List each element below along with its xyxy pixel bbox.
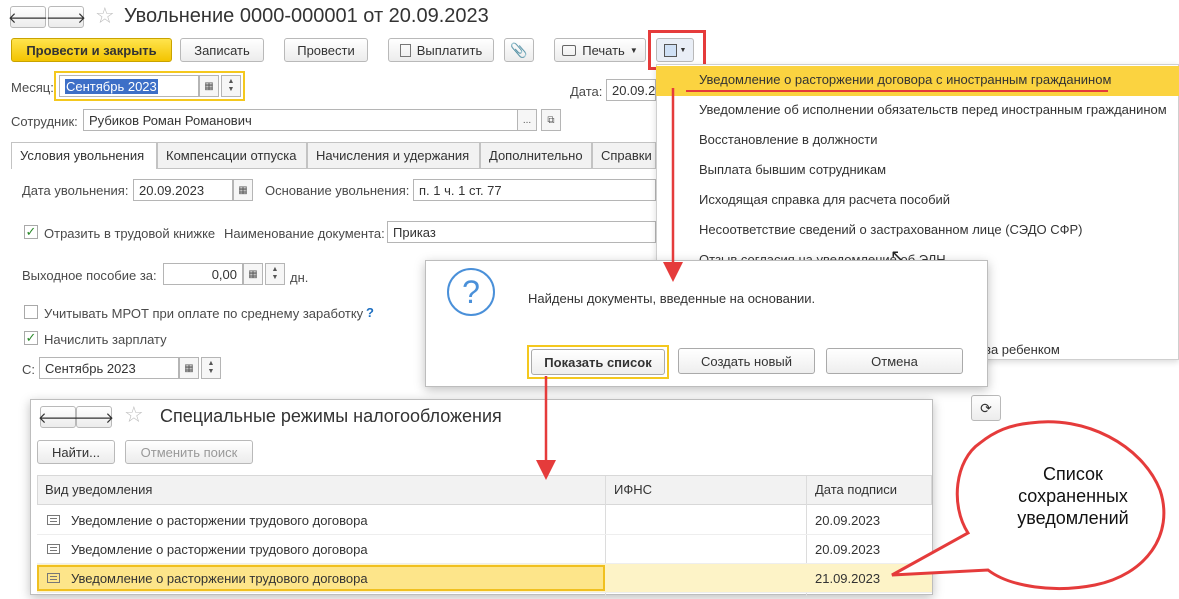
callout-text: Список сохраненных уведомлений (1017, 464, 1129, 528)
